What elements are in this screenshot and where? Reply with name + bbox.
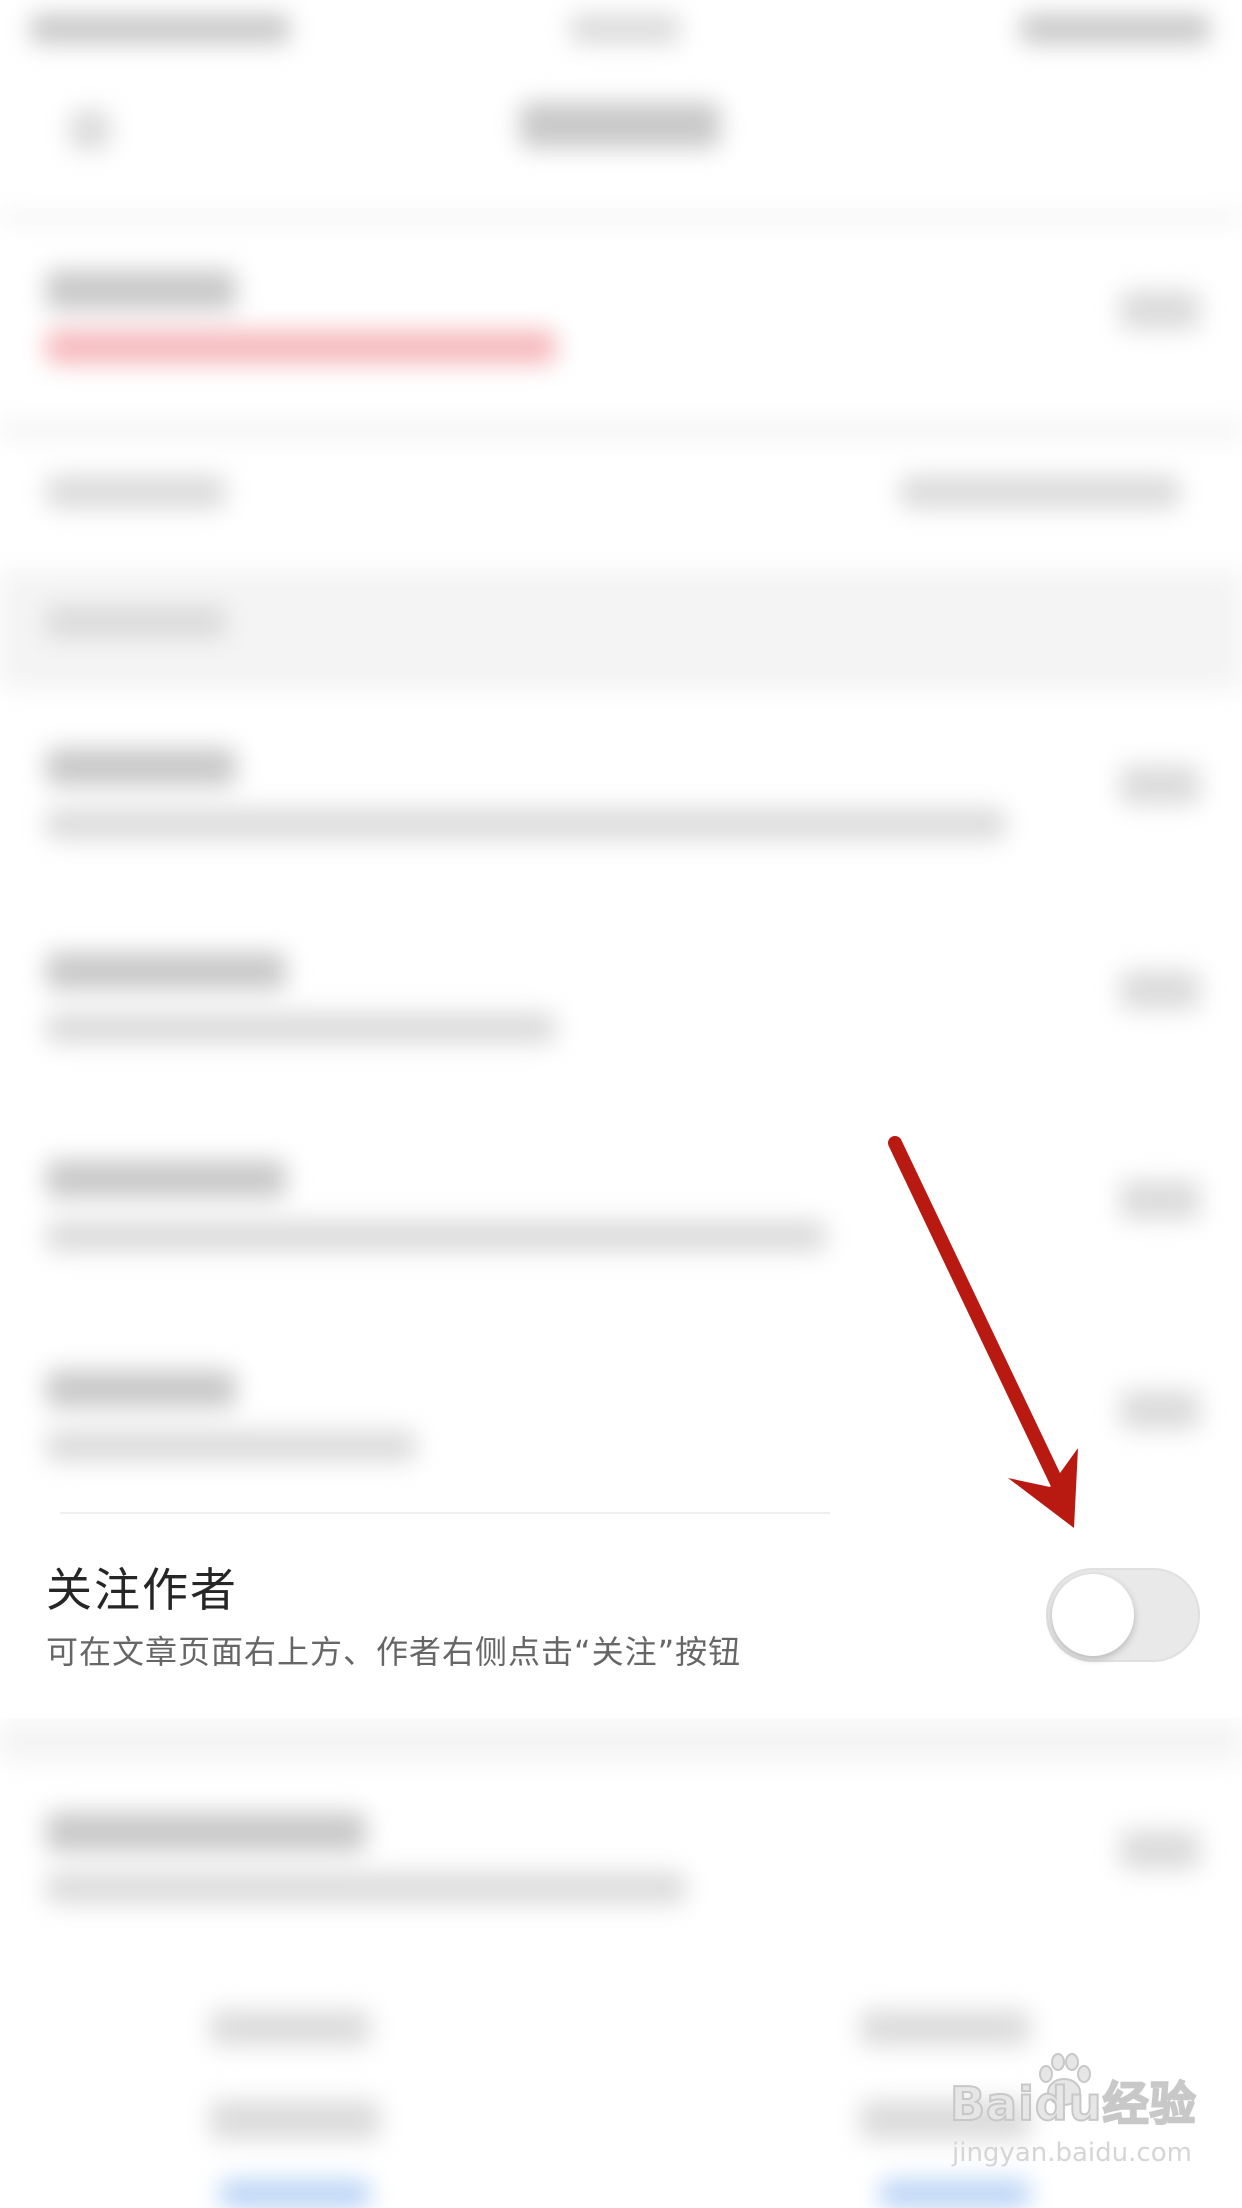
toggle-knob[interactable] — [1052, 1574, 1134, 1656]
blurred-background — [0, 0, 1242, 2208]
footer-item — [860, 2010, 1030, 2046]
status-bar-center — [570, 14, 680, 44]
row-desc — [46, 1430, 416, 1462]
row-title — [46, 748, 236, 786]
nav-divider — [0, 210, 1242, 224]
status-bar-right — [1020, 14, 1210, 44]
row-desc-pink — [46, 330, 556, 364]
row-title — [46, 1370, 236, 1408]
row-toggle — [1120, 1830, 1200, 1870]
row-desc — [46, 1012, 556, 1044]
footer-item — [210, 2010, 370, 2046]
row-toggle — [1120, 1180, 1200, 1220]
footer-item — [210, 2100, 380, 2140]
row-title — [46, 1812, 366, 1852]
setting-description: 可在文章页面右上方、作者右侧点击“关注”按钮 — [46, 1633, 742, 1671]
row-toggle — [1120, 290, 1200, 330]
back-icon — [70, 110, 110, 150]
row-divider — [60, 1512, 830, 1514]
row-title — [46, 1160, 286, 1198]
setting-title: 关注作者 — [46, 1563, 238, 1617]
row-toggle — [1120, 1390, 1200, 1430]
watermark-brand-du: du — [1034, 2076, 1103, 2132]
watermark-brand-suffix: 经验 — [1102, 2076, 1197, 2132]
row-title — [46, 952, 286, 990]
nav-title — [520, 102, 720, 148]
row-value — [900, 475, 1180, 509]
row-desc — [46, 1220, 826, 1252]
baidu-watermark: Baidu经验 jingyan.baidu.com — [949, 2053, 1197, 2188]
section-header — [46, 605, 226, 639]
row-title — [46, 270, 236, 310]
status-bar-left — [30, 14, 290, 44]
watermark-brand-prefix: Bai — [949, 2076, 1035, 2132]
follow-author-toggle[interactable] — [1046, 1568, 1200, 1662]
row-desc — [46, 808, 1006, 840]
row-toggle — [1120, 970, 1200, 1010]
watermark-brand: Baidu经验 — [949, 2068, 1197, 2134]
settings-screen: 关注作者 可在文章页面右上方、作者右侧点击“关注”按钮 Baidu经验 jing… — [0, 0, 1242, 2208]
footer-button — [220, 2180, 370, 2208]
row-title — [46, 475, 226, 509]
row-desc — [46, 1872, 686, 1904]
section-gap — [0, 1722, 1242, 1762]
watermark-url: jingyan.baidu.com — [952, 2138, 1192, 2168]
row-toggle — [1120, 765, 1200, 805]
section-gap — [0, 420, 1242, 440]
